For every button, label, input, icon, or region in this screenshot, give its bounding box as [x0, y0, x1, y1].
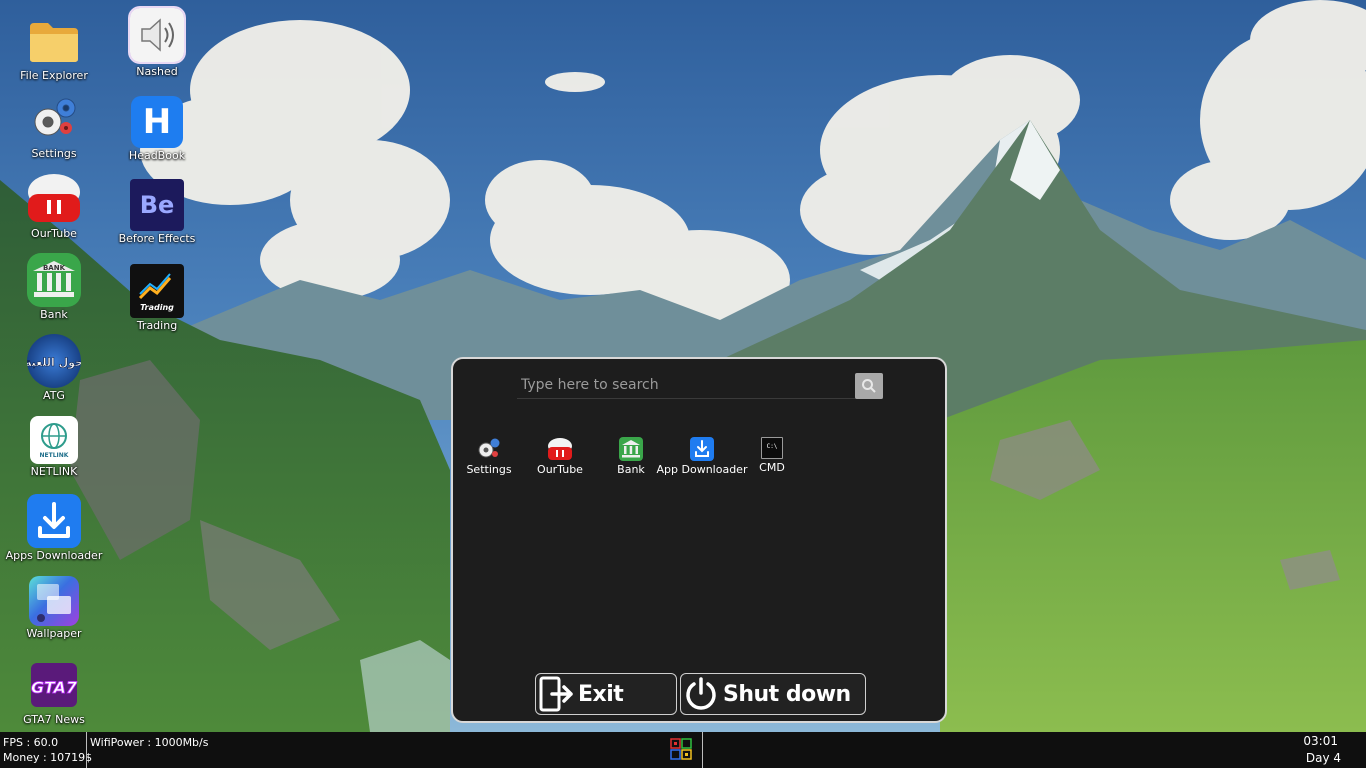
desktop-icon-label: Settings [31, 147, 77, 160]
desktop-icon-label: ATG [43, 389, 65, 402]
trading-icon: Trading [130, 264, 184, 318]
search-bar [517, 371, 883, 399]
gear-icon [27, 92, 81, 146]
atg-icon-text: حول اللعبة [27, 356, 81, 369]
atg-icon: حول اللعبة [27, 334, 81, 388]
clock-time: 03:01 [1303, 734, 1338, 748]
search-input[interactable] [517, 371, 851, 399]
wifi-power: WifiPower : 1000Mb/s [90, 736, 209, 749]
taskbar-divider [702, 732, 703, 768]
netlink-icon: NETLINK [30, 416, 78, 464]
ourtube-icon [547, 437, 573, 461]
shutdown-button-label: Shut down [723, 681, 851, 707]
desktop-icon-label: Bank [40, 308, 68, 321]
taskbar-divider [86, 732, 87, 768]
search-icon [862, 379, 876, 393]
netlink-icon-text: NETLINK [40, 452, 69, 459]
desktop-icon-headbook[interactable]: H HeadBook [105, 96, 209, 162]
bank-icon: BANK [27, 253, 81, 307]
gta7-icon: GTA7 [27, 658, 81, 712]
clock-day: Day 4 [1305, 751, 1341, 765]
desktop-icon-label: HeadBook [128, 149, 186, 162]
bank-icon-text: BANK [43, 264, 66, 272]
start-app-label: Bank [617, 463, 645, 476]
fps-counter: FPS : 60.0 [3, 736, 59, 749]
desktop-icon-label: GTA7 News [23, 713, 85, 726]
exit-icon [539, 676, 573, 712]
desktop-icon-label: OurTube [31, 227, 77, 240]
download-icon [27, 494, 81, 548]
desktop-icon-label: Nashed [136, 65, 178, 78]
start-app-app-downloader[interactable]: App Downloader [656, 437, 748, 476]
start-icon [670, 738, 692, 760]
wallpaper-icon [29, 576, 79, 626]
start-app-bank[interactable]: Bank [603, 437, 659, 476]
desktop-icon-nashed[interactable]: Nashed [105, 6, 209, 78]
speaker-icon [128, 6, 186, 64]
taskbar: FPS : 60.0 Money : 10719$ WifiPower : 10… [0, 732, 1366, 768]
download-icon [690, 437, 714, 461]
start-app-label: CMD [759, 461, 785, 474]
folder-icon [27, 14, 81, 68]
gear-icon [477, 437, 501, 461]
search-button[interactable] [855, 373, 883, 399]
ourtube-icon [27, 172, 81, 226]
headbook-icon: H [131, 96, 183, 148]
desktop-icon-gta7-news[interactable]: GTA7 GTA7 News [2, 658, 106, 726]
desktop-icon-label: Before Effects [118, 232, 196, 245]
desktop-icon-label: File Explorer [20, 69, 88, 82]
desktop-icon-atg[interactable]: حول اللعبة ATG [2, 334, 106, 402]
start-app-label: OurTube [537, 463, 583, 476]
start-app-label: App Downloader [656, 463, 748, 476]
desktop-icon-label: NETLINK [30, 465, 78, 478]
exit-button[interactable]: Exit [535, 673, 677, 715]
start-app-label: Settings [466, 463, 512, 476]
terminal-icon-text: C:\ [766, 442, 778, 450]
gta7-icon-text: GTA7 [31, 678, 78, 697]
desktop-icon-apps-downloader[interactable]: Apps Downloader [2, 494, 106, 562]
desktop-icon-settings[interactable]: Settings [2, 92, 106, 160]
bank-icon [619, 437, 643, 461]
before-effects-icon: Be [130, 179, 184, 231]
start-menu: Settings OurTube [451, 357, 947, 723]
start-app-settings[interactable]: Settings [461, 437, 517, 476]
desktop-icon-wallpaper[interactable]: Wallpaper [2, 576, 106, 640]
desktop-icon-label: Apps Downloader [5, 549, 103, 562]
before-effects-icon-letters: Be [139, 191, 175, 219]
start-app-ourtube[interactable]: OurTube [517, 437, 603, 476]
start-menu-apps: Settings OurTube Bank App Downloader C:\… [461, 437, 799, 476]
desktop-icon-bank[interactable]: BANK Bank [2, 253, 106, 321]
start-app-cmd[interactable]: C:\ CMD [745, 437, 799, 476]
terminal-icon: C:\ [761, 437, 783, 459]
desktop-icon-ourtube[interactable]: OurTube [2, 172, 106, 240]
money-counter: Money : 10719$ [3, 751, 93, 764]
desktop-icon-label: Wallpaper [26, 627, 82, 640]
desktop-icon-netlink[interactable]: NETLINK NETLINK [2, 416, 106, 478]
start-button[interactable] [670, 738, 692, 760]
desktop-icon-label: Trading [136, 319, 178, 332]
headbook-icon-letter: H [142, 102, 172, 142]
trading-icon-text: Trading [140, 303, 174, 312]
exit-button-label: Exit [578, 681, 624, 707]
desktop-icon-before-effects[interactable]: Be Before Effects [105, 179, 209, 245]
power-icon [686, 677, 716, 710]
desktop-icon-file-explorer[interactable]: File Explorer [2, 14, 106, 82]
desktop-icon-trading[interactable]: Trading Trading [105, 264, 209, 332]
shutdown-button[interactable]: Shut down [680, 673, 866, 715]
